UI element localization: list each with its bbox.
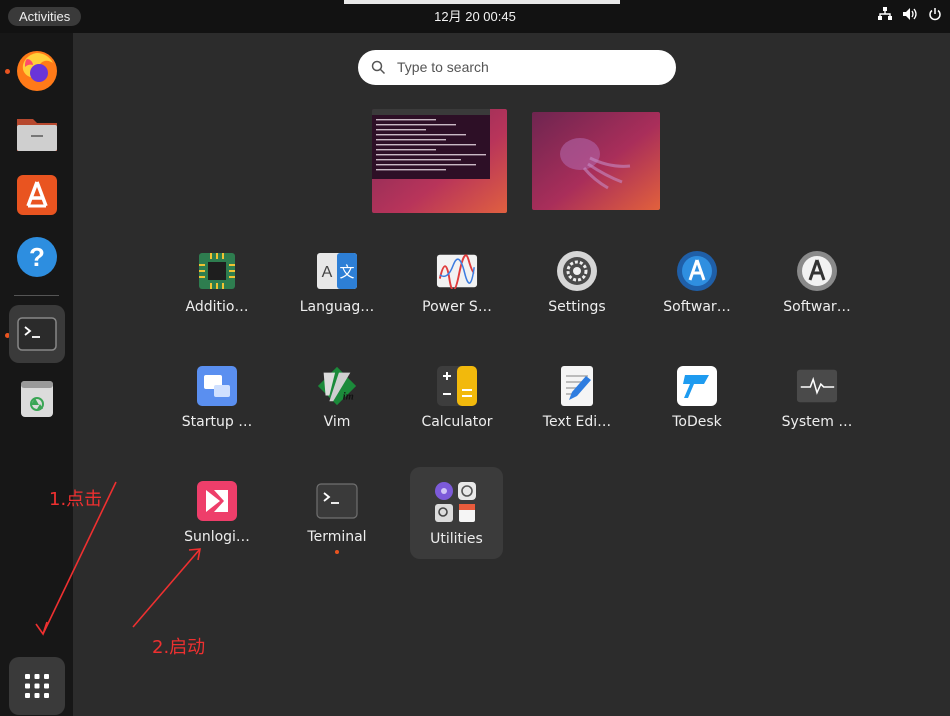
annotation-step1: 1.点击 xyxy=(49,489,103,510)
annotation-arrows xyxy=(35,481,201,636)
annotation-step2: 2.启动 xyxy=(152,637,206,658)
